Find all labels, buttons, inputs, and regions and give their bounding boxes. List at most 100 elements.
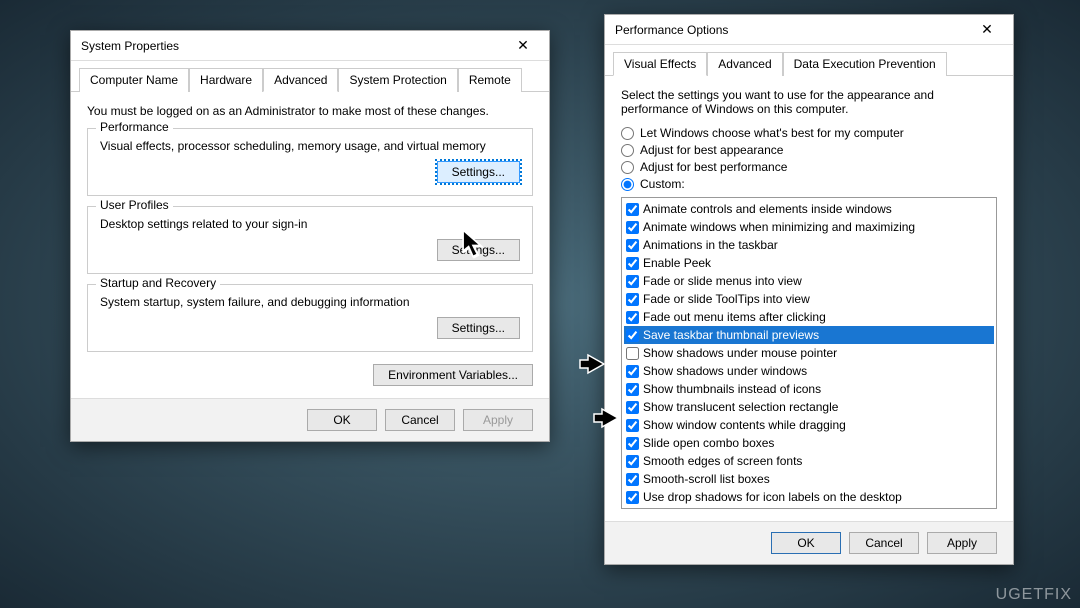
visual-effect-checkbox[interactable] bbox=[626, 383, 639, 396]
sysprops-intro: You must be logged on as an Administrato… bbox=[87, 104, 533, 118]
visual-effect-item[interactable]: Save taskbar thumbnail previews bbox=[624, 326, 994, 344]
radio-let-windows-input[interactable] bbox=[621, 127, 634, 140]
group-startup-recovery-desc: System startup, system failure, and debu… bbox=[100, 295, 520, 309]
sysprops-ok-button[interactable]: OK bbox=[307, 409, 377, 431]
system-properties-title: System Properties bbox=[81, 39, 179, 53]
visual-effect-checkbox[interactable] bbox=[626, 203, 639, 216]
radio-custom[interactable]: Custom: bbox=[621, 177, 997, 191]
visual-effect-item[interactable]: Fade or slide ToolTips into view bbox=[624, 290, 994, 308]
visual-effect-checkbox[interactable] bbox=[626, 257, 639, 270]
visual-effect-checkbox[interactable] bbox=[626, 401, 639, 414]
group-startup-recovery-legend: Startup and Recovery bbox=[96, 276, 220, 290]
sysprops-cancel-button[interactable]: Cancel bbox=[385, 409, 455, 431]
tab-remote[interactable]: Remote bbox=[458, 68, 522, 92]
visual-effect-label: Animations in the taskbar bbox=[643, 236, 778, 254]
visual-effect-label: Fade or slide ToolTips into view bbox=[643, 290, 810, 308]
radio-custom-label: Custom: bbox=[640, 177, 685, 191]
tab-hardware[interactable]: Hardware bbox=[189, 68, 263, 92]
sysprops-button-row: OK Cancel Apply bbox=[71, 398, 549, 441]
visual-effect-item[interactable]: Smooth edges of screen fonts bbox=[624, 452, 994, 470]
user-profiles-settings-button[interactable]: Settings... bbox=[437, 239, 520, 261]
visual-effect-item[interactable]: Smooth-scroll list boxes bbox=[624, 470, 994, 488]
visual-effect-checkbox[interactable] bbox=[626, 311, 639, 324]
group-user-profiles-desc: Desktop settings related to your sign-in bbox=[100, 217, 520, 231]
visual-effect-label: Smooth-scroll list boxes bbox=[643, 470, 770, 488]
performance-options-window: Performance Options ✕ Visual Effects Adv… bbox=[604, 14, 1014, 565]
perfopts-title: Performance Options bbox=[615, 23, 728, 37]
visual-effect-label: Enable Peek bbox=[643, 254, 711, 272]
perfopts-titlebar: Performance Options ✕ bbox=[605, 15, 1013, 45]
radio-best-performance-input[interactable] bbox=[621, 161, 634, 174]
radio-custom-input[interactable] bbox=[621, 178, 634, 191]
visual-effect-checkbox[interactable] bbox=[626, 419, 639, 432]
system-properties-window: System Properties ✕ Computer Name Hardwa… bbox=[70, 30, 550, 442]
visual-effects-list[interactable]: Animate controls and elements inside win… bbox=[621, 197, 997, 509]
visual-effect-item[interactable]: Use drop shadows for icon labels on the … bbox=[624, 488, 994, 506]
group-startup-recovery: Startup and Recovery System startup, sys… bbox=[87, 284, 533, 352]
tab-perf-advanced[interactable]: Advanced bbox=[707, 52, 782, 76]
visual-effect-label: Show translucent selection rectangle bbox=[643, 398, 838, 416]
visual-effect-checkbox[interactable] bbox=[626, 221, 639, 234]
annotation-arrow-icon bbox=[578, 353, 606, 375]
visual-effect-checkbox[interactable] bbox=[626, 329, 639, 342]
perfopts-cancel-button[interactable]: Cancel bbox=[849, 532, 919, 554]
visual-effect-label: Show thumbnails instead of icons bbox=[643, 380, 821, 398]
visual-effect-item[interactable]: Fade out menu items after clicking bbox=[624, 308, 994, 326]
visual-effect-item[interactable]: Enable Peek bbox=[624, 254, 994, 272]
tab-dep[interactable]: Data Execution Prevention bbox=[783, 52, 947, 76]
visual-effect-checkbox[interactable] bbox=[626, 491, 639, 504]
group-performance: Performance Visual effects, processor sc… bbox=[87, 128, 533, 196]
sysprops-apply-button[interactable]: Apply bbox=[463, 409, 533, 431]
visual-effect-checkbox[interactable] bbox=[626, 347, 639, 360]
visual-effect-label: Fade or slide menus into view bbox=[643, 272, 802, 290]
radio-best-appearance[interactable]: Adjust for best appearance bbox=[621, 143, 997, 157]
radio-best-appearance-input[interactable] bbox=[621, 144, 634, 157]
visual-effect-item[interactable]: Show thumbnails instead of icons bbox=[624, 380, 994, 398]
tab-system-protection[interactable]: System Protection bbox=[338, 68, 457, 92]
visual-effect-checkbox[interactable] bbox=[626, 473, 639, 486]
perfopts-button-row: OK Cancel Apply bbox=[605, 521, 1013, 564]
group-performance-legend: Performance bbox=[96, 120, 173, 134]
visual-effect-checkbox[interactable] bbox=[626, 437, 639, 450]
visual-effect-item[interactable]: Show translucent selection rectangle bbox=[624, 398, 994, 416]
visual-effect-item[interactable]: Show shadows under windows bbox=[624, 362, 994, 380]
radio-best-performance[interactable]: Adjust for best performance bbox=[621, 160, 997, 174]
visual-effect-checkbox[interactable] bbox=[626, 365, 639, 378]
perfopts-tabbar: Visual Effects Advanced Data Execution P… bbox=[605, 45, 1013, 76]
visual-effect-checkbox[interactable] bbox=[626, 455, 639, 468]
visual-effect-item[interactable]: Show shadows under mouse pointer bbox=[624, 344, 994, 362]
sysprops-content: You must be logged on as an Administrato… bbox=[71, 92, 549, 398]
system-properties-titlebar: System Properties ✕ bbox=[71, 31, 549, 61]
environment-variables-button[interactable]: Environment Variables... bbox=[373, 364, 533, 386]
startup-recovery-settings-button[interactable]: Settings... bbox=[437, 317, 520, 339]
visual-effect-label: Fade out menu items after clicking bbox=[643, 308, 826, 326]
visual-effect-checkbox[interactable] bbox=[626, 275, 639, 288]
close-icon[interactable]: ✕ bbox=[967, 18, 1007, 42]
radio-let-windows[interactable]: Let Windows choose what's best for my co… bbox=[621, 126, 997, 140]
visual-effect-checkbox[interactable] bbox=[626, 239, 639, 252]
visual-effect-item[interactable]: Animations in the taskbar bbox=[624, 236, 994, 254]
visual-effect-item[interactable]: Animate controls and elements inside win… bbox=[624, 200, 994, 218]
radio-best-appearance-label: Adjust for best appearance bbox=[640, 143, 783, 157]
visual-effect-label: Slide open combo boxes bbox=[643, 434, 774, 452]
close-icon[interactable]: ✕ bbox=[503, 34, 543, 58]
tab-visual-effects[interactable]: Visual Effects bbox=[613, 52, 707, 76]
tab-advanced[interactable]: Advanced bbox=[263, 68, 338, 92]
visual-effect-item[interactable]: Animate windows when minimizing and maxi… bbox=[624, 218, 994, 236]
visual-effect-label: Smooth edges of screen fonts bbox=[643, 452, 802, 470]
visual-effect-item[interactable]: Show window contents while dragging bbox=[624, 416, 994, 434]
perfopts-apply-button[interactable]: Apply bbox=[927, 532, 997, 554]
visual-effect-item[interactable]: Slide open combo boxes bbox=[624, 434, 994, 452]
visual-effect-checkbox[interactable] bbox=[626, 293, 639, 306]
visual-effect-label: Show window contents while dragging bbox=[643, 416, 846, 434]
tab-computer-name[interactable]: Computer Name bbox=[79, 68, 189, 92]
watermark: UGETFIX bbox=[996, 586, 1072, 604]
visual-effect-label: Animate windows when minimizing and maxi… bbox=[643, 218, 915, 236]
group-performance-desc: Visual effects, processor scheduling, me… bbox=[100, 139, 520, 153]
perfopts-content: Select the settings you want to use for … bbox=[605, 76, 1013, 521]
visual-effect-item[interactable]: Fade or slide menus into view bbox=[624, 272, 994, 290]
visual-effect-label: Show shadows under mouse pointer bbox=[643, 344, 837, 362]
perfopts-ok-button[interactable]: OK bbox=[771, 532, 841, 554]
perfopts-intro: Select the settings you want to use for … bbox=[621, 88, 997, 116]
performance-settings-button[interactable]: Settings... bbox=[437, 161, 520, 183]
